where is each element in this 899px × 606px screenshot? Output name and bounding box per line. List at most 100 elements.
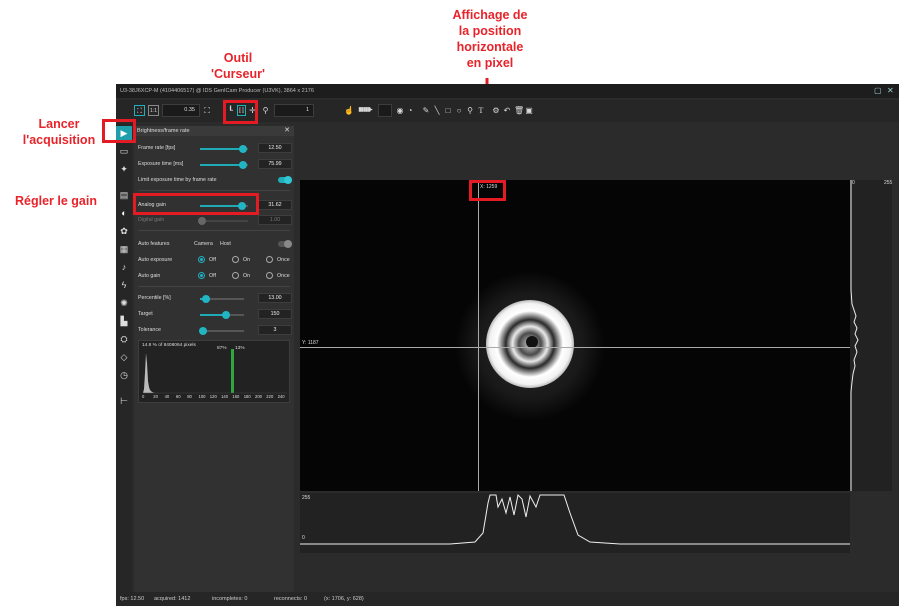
digital-gain-row: Digital gain 1.00 [134, 214, 294, 226]
percentile-slider[interactable] [200, 295, 244, 303]
cursor-vertical-line[interactable] [478, 180, 479, 491]
auto-gain-row: Auto gain Off On Once [134, 270, 294, 282]
zoom-field[interactable]: 0.35 [162, 104, 200, 117]
camera-image[interactable]: X: 1259 Y: 1187 [300, 180, 850, 491]
frame-rate-value[interactable]: 12.50 [258, 143, 292, 153]
auto-exposure-on-label: On [243, 257, 251, 263]
tag-icon[interactable]: ◇ [116, 350, 132, 364]
auto-features-host[interactable]: Host [220, 238, 231, 250]
rectangle-icon[interactable]: □ [444, 105, 452, 116]
auto-features-camera[interactable]: Camera [194, 238, 213, 250]
music-icon[interactable]: ♪ [116, 260, 132, 274]
panel-title: Brightness/frame rate [137, 128, 190, 134]
magnifier-icon[interactable]: ⚲ [261, 105, 270, 116]
highlight-analog-gain [133, 193, 259, 215]
panel-header: Brightness/frame rate ✕ [134, 126, 294, 136]
auto-gain-on-label: On [243, 273, 251, 279]
analog-gain-value[interactable]: 31.62 [258, 200, 292, 210]
settings-icon[interactable]: ⚙ [492, 105, 500, 116]
frame-rate-label: Frame rate [fps] [138, 145, 176, 151]
aperture-icon[interactable]: ✺ [116, 296, 132, 310]
auto-exposure-row: Auto exposure Off On Once [134, 254, 294, 266]
image-settings-icon[interactable]: ▤ [116, 188, 132, 202]
secondary-zoom-field[interactable]: 1 [274, 104, 314, 117]
auto-exposure-off-label: Off [209, 257, 216, 263]
status-reconnects: reconnects: 0 [274, 596, 308, 602]
pencil-icon[interactable]: ✎ [422, 105, 430, 116]
record-icon[interactable]: ◉ [396, 105, 404, 116]
zoom-rect-icon[interactable]: ⚲ [466, 105, 474, 116]
maximize-icon[interactable]: ▢ [874, 86, 882, 96]
line-draw-icon[interactable]: ╲ [433, 105, 441, 116]
limit-exposure-label: Limit exposure time by frame rate [138, 177, 217, 183]
tolerance-value[interactable]: 3 [258, 325, 292, 335]
histogram-tick-label: 160 [232, 394, 240, 399]
percentile-row: Percentile [%] 13.00 [134, 292, 294, 304]
divider [138, 230, 290, 231]
close-window-icon[interactable]: ✕ [887, 86, 894, 96]
status-incompletes: incompletes: 0 [212, 596, 248, 602]
digital-gain-label: Digital gain [138, 217, 165, 223]
auto-gain-once-radio[interactable] [266, 272, 273, 279]
frame-field[interactable] [378, 104, 392, 117]
pointer-icon[interactable]: ☝ [344, 105, 354, 116]
auto-exposure-off-radio[interactable] [198, 256, 205, 263]
digital-gain-slider[interactable] [198, 217, 248, 225]
frame-rate-row: Frame rate [fps] 12.50 [134, 142, 294, 154]
histogram-tick-label: 20 [153, 394, 158, 399]
undo-icon[interactable]: ↶ [503, 105, 511, 116]
fit-window-icon[interactable]: ⛶ [134, 105, 145, 116]
auto-gain-off-radio[interactable] [198, 272, 205, 279]
histogram-tick-label: 60 [175, 394, 181, 399]
histogram-plot [143, 349, 287, 394]
palette-icon[interactable]: ✿ [116, 224, 132, 238]
highlight-position-readout [469, 180, 506, 201]
panel-close-icon[interactable]: ✕ [284, 126, 290, 136]
tree-icon[interactable]: ⊢ [116, 394, 132, 408]
frame-rate-slider[interactable] [200, 145, 248, 153]
sparkle-icon[interactable]: ✦ [116, 162, 132, 176]
auto-exposure-on-radio[interactable] [232, 256, 239, 263]
flash-icon[interactable]: ϟ [116, 278, 132, 292]
annotation-start-acquisition: Lancer l'acquisition [22, 117, 96, 147]
window-title: U3-38J6XCP-M (4104406517) @ IDS GenICam … [120, 88, 314, 94]
one-to-one-button[interactable]: 1:1 [148, 105, 159, 116]
file-settings-icon[interactable]: ▙ [116, 314, 132, 328]
timer-icon[interactable]: ◔ [406, 105, 414, 116]
target-slider[interactable] [200, 311, 244, 319]
image-format-icon[interactable]: ▦ [116, 242, 132, 256]
histogram-tick-label: 180 [243, 394, 251, 399]
auto-features-label: Auto features [138, 241, 170, 247]
histogram-tick-label: 80 [187, 394, 192, 399]
horizontal-profile-plot [300, 493, 850, 545]
auto-exposure-label: Auto exposure [138, 257, 173, 263]
trash-icon[interactable]: 🗑 [514, 105, 524, 116]
percentile-label: Percentile [%] [138, 295, 171, 301]
digital-gain-value[interactable]: 1.00 [258, 215, 292, 225]
auto-features-toggle[interactable] [278, 240, 292, 248]
exposure-row: Exposure time [ms] 75.99 [134, 158, 294, 170]
save-icon[interactable]: ▣ [525, 105, 533, 116]
camera-icon[interactable]: ▭ [116, 144, 132, 158]
exposure-slider[interactable] [200, 161, 248, 169]
tolerance-row: Tolerance 3 [134, 324, 294, 336]
fullscreen-icon[interactable]: ⛶ [202, 105, 212, 116]
target-label: Target [138, 311, 153, 317]
auto-gain-on-radio[interactable] [232, 272, 239, 279]
brightness-icon[interactable]: ◐ [116, 206, 132, 220]
strip-icon[interactable]: ▮▮▮▮▮▸ [354, 105, 376, 116]
search-settings-icon[interactable]: ⛭ [116, 332, 132, 346]
text-tool-icon[interactable]: T [477, 105, 485, 116]
auto-exposure-once-radio[interactable] [266, 256, 273, 263]
target-value[interactable]: 150 [258, 309, 292, 319]
exposure-value[interactable]: 75.99 [258, 159, 292, 169]
title-bar: U3-38J6XCP-M (4104406517) @ IDS GenICam … [116, 84, 899, 98]
target-row: Target 150 [134, 308, 294, 320]
circle-icon[interactable]: ○ [455, 105, 463, 116]
limit-exposure-toggle[interactable] [278, 176, 292, 184]
auto-gain-label: Auto gain [138, 273, 161, 279]
gauge-icon[interactable]: ◷ [116, 368, 132, 382]
cursor-horizontal-line[interactable] [300, 347, 850, 348]
percentile-value[interactable]: 13.00 [258, 293, 292, 303]
tolerance-slider[interactable] [198, 327, 244, 335]
